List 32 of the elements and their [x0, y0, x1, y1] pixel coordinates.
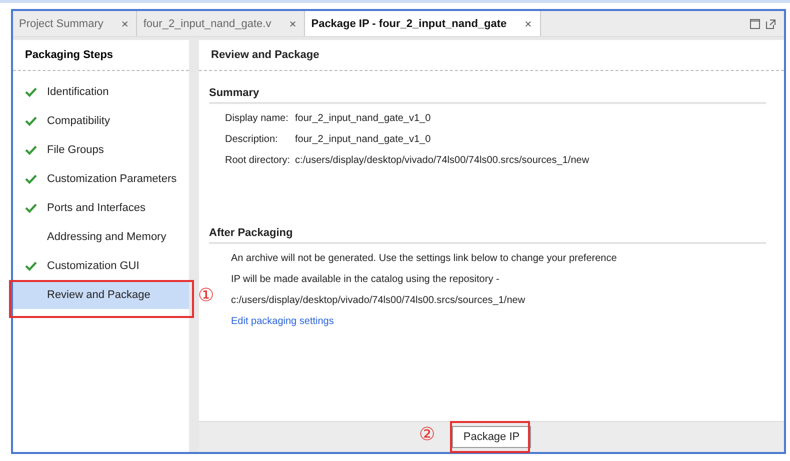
close-icon[interactable]: × [121, 16, 128, 30]
close-icon[interactable]: × [524, 16, 532, 30]
section-title: After Packaging [209, 217, 766, 244]
field-value: four_2_input_nand_gate_v1_0 [295, 113, 431, 124]
field-label: Root directory: [225, 155, 292, 166]
panel-title: Packaging Steps [13, 40, 189, 71]
step-item[interactable]: Customization GUI [13, 251, 189, 280]
field-value: four_2_input_nand_gate_v1_0 [295, 134, 431, 145]
step-item[interactable]: Addressing and Memory [13, 222, 189, 251]
section-title: Summary [209, 77, 766, 104]
tab[interactable]: Project Summary × [13, 11, 138, 36]
field-value: c:/users/display/desktop/vivado/74ls00/74ls00.srcs/sources_1/new [295, 155, 590, 166]
field-label: Description: [225, 134, 279, 145]
info-text: IP will be made available in the catalog using the repository - [231, 274, 500, 285]
step-item[interactable]: Review and Package [13, 280, 189, 309]
step-item[interactable]: Compatibility [13, 106, 189, 135]
field-label: Display name: [225, 113, 290, 124]
float-icon[interactable] [766, 18, 776, 28]
annotation-marker: ① [198, 287, 214, 305]
step-item[interactable]: Ports and Interfaces [13, 193, 189, 222]
info-text: An archive will not be generated. Use the settings link below to change your preference [231, 253, 617, 264]
panel-title: Review and Package [199, 40, 784, 71]
annotation-marker: ② [419, 426, 436, 444]
package-ip-button[interactable]: Package IP [452, 426, 531, 448]
tab[interactable]: Package IP - four_2_input_nand_gate × [305, 11, 541, 36]
step-item[interactable]: Customization Parameters [13, 164, 189, 193]
maximize-icon[interactable] [750, 18, 760, 28]
info-text: c:/users/display/desktop/vivado/74ls00/74ls00.srcs/sources_1/new [231, 295, 526, 306]
step-item[interactable]: File Groups [13, 135, 189, 164]
settings-link[interactable]: Edit packaging settings [231, 316, 334, 327]
close-icon[interactable]: × [289, 16, 296, 30]
step-item[interactable]: Identification [13, 77, 189, 106]
